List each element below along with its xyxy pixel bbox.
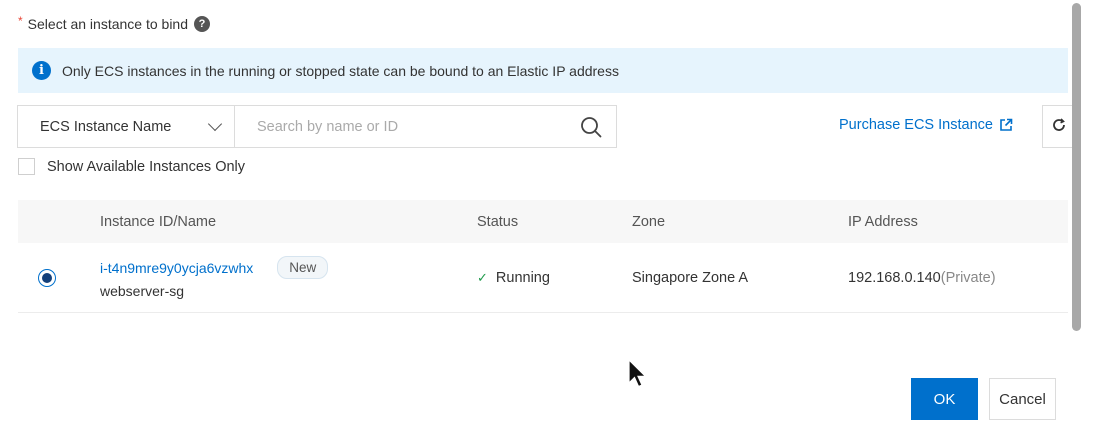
available-only-label: Show Available Instances Only bbox=[47, 158, 246, 175]
instance-field-label: * Select an instance to bind ? bbox=[18, 14, 211, 32]
header-zone: Zone bbox=[632, 213, 666, 230]
instance-id-link[interactable]: i-t4n9mre9y0ycja6vzwhx bbox=[100, 260, 253, 276]
instance-name: webserver-sg bbox=[100, 283, 185, 299]
row-select-cell bbox=[18, 268, 100, 287]
available-only-checkbox[interactable] bbox=[18, 158, 35, 175]
available-only-filter: Show Available Instances Only bbox=[18, 158, 245, 175]
search-filter-value: ECS Instance Name bbox=[40, 118, 172, 135]
header-ip-address: IP Address bbox=[848, 213, 918, 230]
radio-selected-dot bbox=[42, 272, 52, 283]
instance-table: Instance ID/Name Status Zone IP Address … bbox=[18, 200, 1068, 313]
external-link-icon bbox=[999, 118, 1013, 132]
info-notice: i Only ECS instances in the running or s… bbox=[18, 48, 1068, 93]
header-status: Status bbox=[477, 213, 519, 230]
info-icon: i bbox=[32, 61, 51, 80]
chevron-down-icon bbox=[207, 116, 223, 132]
table-header: Instance ID/Name Status Zone IP Address bbox=[18, 200, 1068, 243]
notice-text: Only ECS instances in the running or sto… bbox=[62, 62, 619, 79]
instance-id-cell: i-t4n9mre9y0ycja6vzwhx New webserver-sg bbox=[100, 256, 477, 299]
required-mark: * bbox=[18, 14, 23, 28]
purchase-ecs-link[interactable]: Purchase ECS Instance bbox=[839, 117, 1013, 133]
ip-cell: 192.168.0.140(Private) bbox=[848, 270, 1068, 286]
ip-address: 192.168.0.140 bbox=[848, 269, 941, 286]
refresh-icon bbox=[1051, 117, 1067, 136]
status-text: Running bbox=[495, 269, 550, 286]
status-cell: ✓ Running bbox=[477, 270, 632, 286]
mouse-cursor-icon bbox=[627, 358, 649, 393]
help-icon[interactable]: ? bbox=[194, 16, 211, 32]
search-filter-select[interactable]: ECS Instance Name bbox=[18, 106, 235, 147]
header-instance-id: Instance ID/Name bbox=[100, 213, 217, 230]
new-badge: New bbox=[277, 256, 329, 279]
table-row[interactable]: i-t4n9mre9y0ycja6vzwhx New webserver-sg … bbox=[18, 243, 1068, 313]
zone-cell: Singapore Zone A bbox=[632, 269, 749, 286]
search-icon[interactable] bbox=[566, 106, 616, 147]
instance-radio[interactable] bbox=[38, 268, 56, 287]
cancel-button[interactable]: Cancel bbox=[989, 378, 1056, 420]
purchase-link-label: Purchase ECS Instance bbox=[839, 117, 993, 133]
field-label-text: Select an instance to bind bbox=[27, 16, 189, 32]
scrollbar-thumb[interactable] bbox=[1072, 3, 1081, 331]
ip-type: (Private) bbox=[940, 269, 996, 286]
check-icon: ✓ bbox=[477, 269, 488, 285]
ok-button[interactable]: OK bbox=[911, 378, 978, 420]
search-input[interactable] bbox=[235, 106, 566, 147]
search-bar: ECS Instance Name bbox=[17, 105, 617, 148]
